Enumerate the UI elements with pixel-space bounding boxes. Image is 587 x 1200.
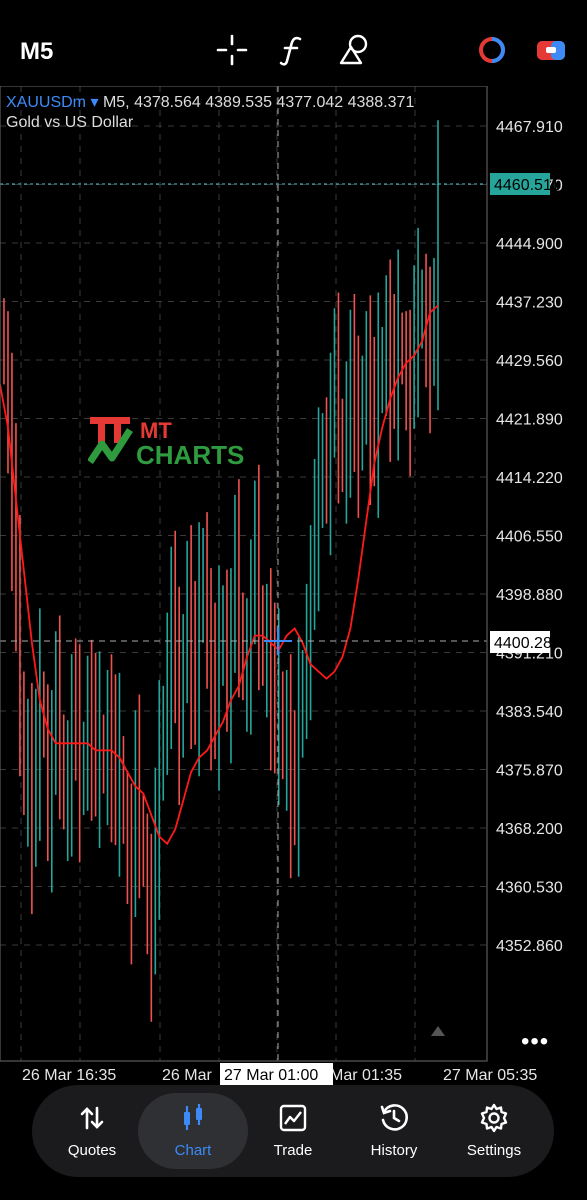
ohlc-values: M5, 4378.564 4389.535 4377.042 4388.371: [102, 94, 415, 111]
symbol-name[interactable]: XAUUSDm: [6, 94, 86, 111]
more-options-button[interactable]: •••: [521, 1028, 549, 1056]
one-click-trading-icon[interactable]: [531, 30, 571, 70]
crosshair-price-label: 4400.287: [494, 635, 561, 652]
time-tick-label: 26 Mar 16:35: [22, 1067, 116, 1084]
objects-icon[interactable]: [334, 30, 374, 70]
price-tick-label: 4467.910: [496, 119, 563, 136]
tab-settings-label: Settings: [466, 1142, 522, 1159]
price-tick-label: 4398.880: [496, 587, 563, 604]
trade-icon: [279, 1104, 307, 1132]
price-tick-label: 4375.870: [496, 763, 563, 780]
accounts-icon[interactable]: [472, 30, 512, 70]
history-icon: [380, 1104, 408, 1131]
tab-chart-label: Chart: [174, 1142, 212, 1159]
symbol-dropdown-icon[interactable]: ▾: [90, 94, 98, 111]
svg-text:CHARTS: CHARTS: [136, 440, 244, 470]
price-axis: 4467.9104452.5704444.9004437.2304429.560…: [496, 119, 563, 955]
crosshair-time-label: 27 Mar 01:00: [224, 1067, 318, 1084]
price-tick-label: 4383.540: [496, 704, 563, 721]
price-tick-label: 4414.220: [496, 470, 563, 487]
quotes-icon: [80, 1106, 104, 1130]
autoscroll-marker: [431, 1026, 445, 1036]
price-tick-label: 4368.200: [496, 821, 563, 838]
price-tick-label: 4360.530: [496, 880, 563, 897]
price-tick-label: 4406.550: [496, 529, 563, 546]
time-tick-label: 27 Mar 05:35: [443, 1067, 537, 1084]
chart-frame: [0, 86, 488, 1062]
symbol-info: XAUUSDm ▾ M5, 4378.564 4389.535 4377.042…: [6, 92, 414, 112]
chart-grid: [0, 86, 487, 1061]
time-tick-label: Mar 01:35: [330, 1067, 402, 1084]
tab-history[interactable]: History: [344, 1085, 444, 1177]
price-tick-label: 4352.860: [496, 938, 563, 955]
tab-trade-label: Trade: [273, 1142, 313, 1159]
tab-quotes-label: Quotes: [67, 1142, 117, 1159]
tab-settings[interactable]: Settings: [444, 1085, 544, 1177]
mtcharts-watermark-logo: MT CHARTS: [88, 417, 244, 470]
price-chart[interactable]: 4467.9104452.5704444.9004437.2304429.560…: [0, 86, 587, 1086]
tab-chart[interactable]: Chart: [143, 1085, 243, 1177]
time-tick-label: 26 Mar: [162, 1067, 212, 1084]
tab-trade[interactable]: Trade: [243, 1085, 343, 1177]
price-tick-label: 4444.900: [496, 236, 563, 253]
price-tick-label: 4421.890: [496, 412, 563, 429]
bottom-navigation: Quotes Chart Trade History Settings: [32, 1085, 554, 1177]
crosshair-center: [264, 627, 292, 655]
price-tick-label: 4437.230: [496, 295, 563, 312]
bid-price-label: 4460.511: [494, 177, 560, 194]
tab-quotes[interactable]: Quotes: [42, 1085, 142, 1177]
function-icon[interactable]: [272, 30, 312, 70]
symbol-description: Gold vs US Dollar: [6, 114, 134, 131]
tab-history-label: History: [370, 1142, 418, 1159]
timeframe-button[interactable]: M5: [20, 38, 53, 66]
settings-icon: [480, 1103, 508, 1133]
chart-icon: [184, 1104, 202, 1130]
chart-canvas[interactable]: 4467.9104452.5704444.9004437.2304429.560…: [0, 86, 587, 1086]
top-toolbar: M5: [0, 0, 587, 86]
crosshair-icon[interactable]: [212, 30, 252, 70]
price-tick-label: 4429.560: [496, 353, 563, 370]
